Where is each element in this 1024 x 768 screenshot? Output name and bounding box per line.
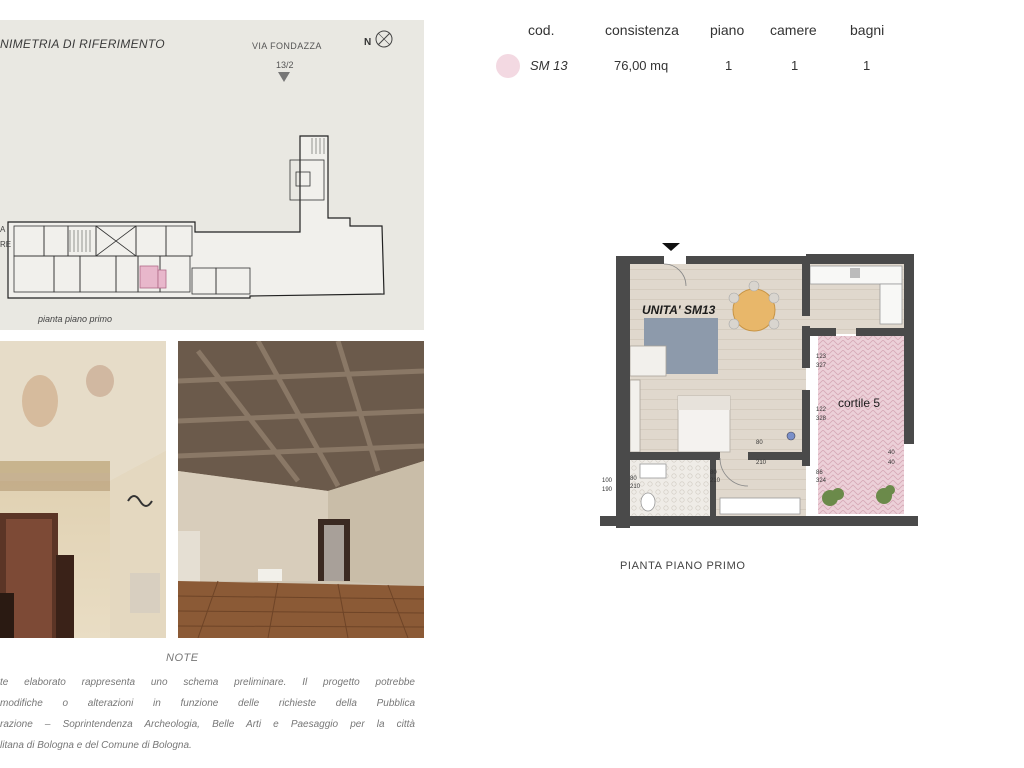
notes-line: modifiche o alterazioni in funzione dell… [0, 698, 415, 709]
header-size: consistenza [605, 22, 679, 38]
dimension-label: 100 [602, 478, 613, 484]
dimension-label: 190 [602, 487, 613, 493]
header-baths: bagni [850, 22, 885, 38]
dimension-label: 80 [756, 440, 763, 446]
street-name: VIA FONDAZZA [252, 41, 322, 51]
building-footprint [7, 135, 385, 299]
dimension-label: 86 [816, 470, 823, 476]
notes-line: te elaborato rappresenta uno schema prel… [0, 677, 415, 688]
cell-code: SM 13 [530, 58, 568, 73]
dimension-label: 122 [816, 407, 827, 413]
north-label: N [364, 37, 372, 48]
interior-photo-frescoed-ceiling [0, 341, 166, 638]
header-code: cod. [528, 22, 555, 38]
header-rooms: camere [770, 22, 817, 38]
floor-plan-caption: PIANTA PIANO PRIMO [620, 560, 746, 572]
cell-baths: 1 [863, 58, 871, 73]
dimension-label: 80 [710, 470, 717, 476]
reference-title: NIMETRIA DI RIFERIMENTO [0, 37, 165, 51]
unit-color-swatch [496, 54, 520, 78]
unit-floor-plan: UNITA' SM13 cortile 5 123 327 122 328 80… [600, 243, 918, 528]
side-label-fragment: A [0, 225, 6, 234]
dimension-label: 210 [710, 478, 721, 484]
dimension-label: 40 [888, 460, 895, 466]
entrance-arrow-icon [278, 72, 290, 82]
dimension-label: 328 [816, 416, 827, 422]
cell-rooms: 1 [791, 58, 799, 73]
interior-photo-coffered-ceiling [178, 341, 424, 638]
notes-text: te elaborato rappresenta uno schema prel… [0, 672, 415, 756]
cell-size: 76,00 mq [614, 58, 669, 73]
dimension-label: 210 [756, 460, 767, 466]
compass-icon [375, 30, 393, 48]
dimension-label: 123 [816, 354, 827, 360]
dimension-label: 80 [630, 476, 637, 482]
unit-label: UNITA' SM13 [642, 303, 716, 317]
notes-line: razione – Soprintendenza Archeologia, Be… [0, 719, 415, 730]
reference-caption: pianta piano primo [38, 314, 113, 324]
dimension-label: 210 [630, 484, 641, 490]
dimension-label: 324 [816, 478, 827, 484]
dimension-label: 327 [816, 363, 827, 369]
courtyard-label: cortile 5 [838, 396, 880, 410]
notes-title: NOTE [166, 652, 199, 664]
side-label-fragment: RE [0, 240, 12, 249]
notes-line: litana di Bologna e del Comune di Bologn… [0, 740, 192, 751]
street-number: 13/2 [276, 60, 294, 70]
dimension-label: 40 [888, 450, 895, 456]
cell-floor: 1 [725, 58, 733, 73]
reference-plan-panel: NIMETRIA DI RIFERIMENTO VIA FONDAZZA 13/… [0, 20, 424, 330]
entrance-arrow-icon [662, 243, 680, 251]
header-floor: piano [710, 22, 745, 38]
